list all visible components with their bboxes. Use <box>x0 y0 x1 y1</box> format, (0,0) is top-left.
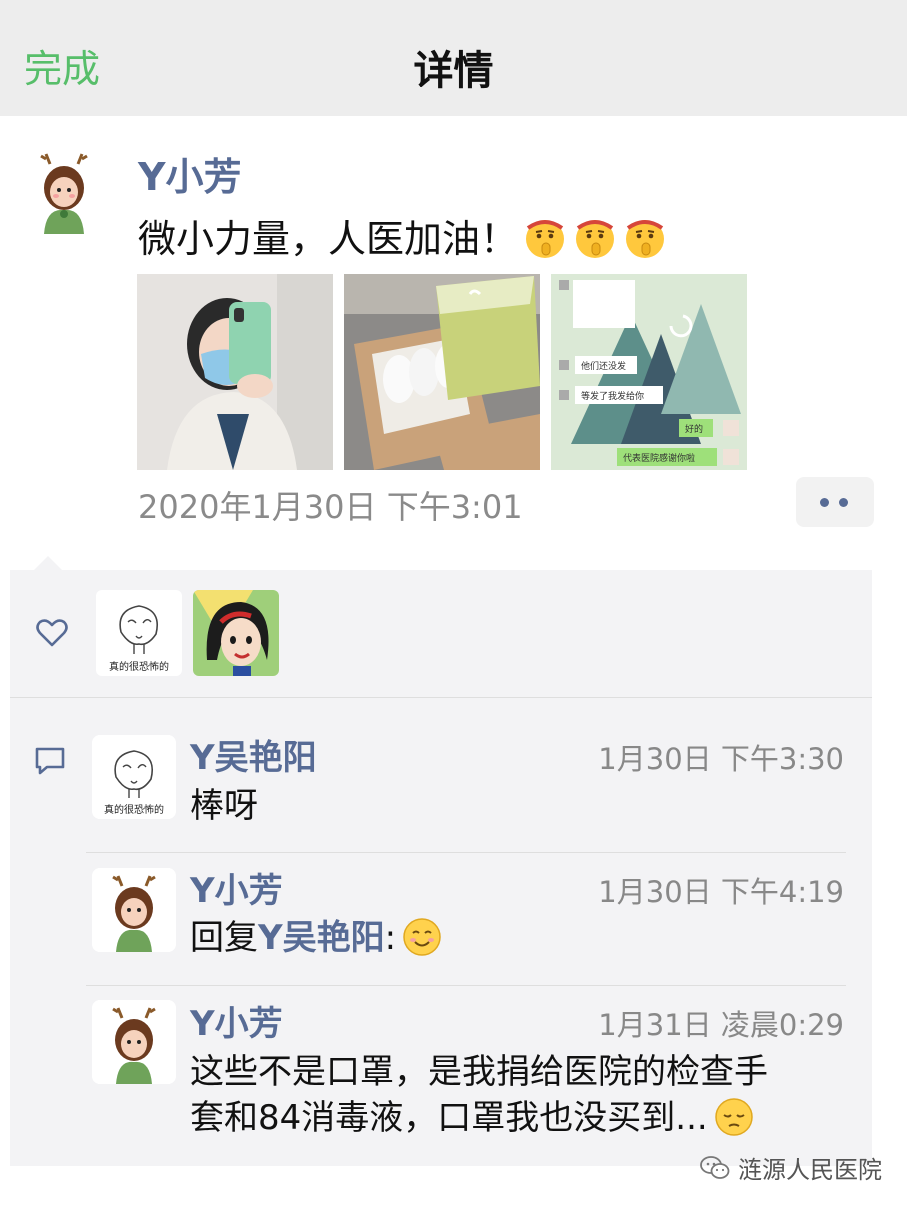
nav-bar: 完成 详情 <box>0 0 907 116</box>
post-text: 微小力量，人医加油！ <box>138 208 668 263</box>
chat-line-4: 代表医院感谢你啦 <box>623 452 695 464</box>
comment-time: 1月30日 下午3:30 <box>598 742 844 776</box>
more-dot-icon <box>839 498 848 507</box>
comment-author[interactable]: Y小芳 <box>190 863 283 912</box>
smile-emoji-icon <box>403 918 441 956</box>
comment-avatar-caption: 真的很恐怖的 <box>104 803 164 816</box>
post-author-name[interactable]: Y小芳 <box>138 146 242 201</box>
comment-icon <box>35 747 65 775</box>
comment-avatar-sketch[interactable]: 真的很恐怖的 <box>92 735 176 819</box>
shush-emoji-icon <box>526 220 565 258</box>
post-time: 2020年1月30日 下午3:01 <box>138 488 523 526</box>
page-title: 详情 <box>413 48 494 94</box>
heart-icon <box>36 619 68 647</box>
comment-time: 1月30日 下午4:19 <box>598 875 844 909</box>
likes-divider <box>10 697 872 698</box>
comment-avatar-author[interactable] <box>92 1000 176 1084</box>
reply-target[interactable]: Y吴艳阳 <box>258 918 385 958</box>
author-avatar[interactable] <box>22 150 106 234</box>
chat-line-2: 等发了我发给你 <box>581 390 644 402</box>
panel-caret <box>34 556 62 570</box>
shush-emoji-icon <box>576 220 615 258</box>
reply-colon: : <box>384 918 397 958</box>
more-actions-button[interactable] <box>796 477 874 527</box>
watermark-text: 涟源人民医院 <box>738 1156 882 1184</box>
photo-box-of-supplies[interactable] <box>344 274 540 470</box>
shush-emoji-icon <box>626 220 665 258</box>
photo-chat-screenshot[interactable]: 他们还没发 等发了我发给你 好的 代表医院感谢你啦 <box>551 274 747 470</box>
comment-time: 1月31日 凌晨0:29 <box>598 1008 844 1042</box>
watermark: 涟源人民医院 <box>700 1150 882 1185</box>
reply-prefix: 回复 <box>190 918 258 958</box>
chat-line-1: 他们还没发 <box>581 360 626 372</box>
comment-divider <box>86 852 846 853</box>
chat-line-3: 好的 <box>685 423 703 435</box>
photo-selfie-with-mask[interactable] <box>137 274 333 470</box>
comment-avatar-author[interactable] <box>92 868 176 952</box>
like-avatar-princess[interactable] <box>193 590 279 676</box>
comment-text: 回复Y吴艳阳: <box>190 914 442 962</box>
post-text-body: 微小力量，人医加油！ <box>138 217 519 261</box>
comment-text-line-2-body: 套和84消毒液，口罩我也没买到... <box>190 1098 708 1138</box>
more-dot-icon <box>820 498 829 507</box>
comment-divider <box>86 985 846 986</box>
like-avatar-caption: 真的很恐怖的 <box>109 660 169 673</box>
like-avatar-sketch[interactable]: 真的很恐怖的 <box>96 590 182 676</box>
comment-text-line-1: 这些不是口罩，是我捐给医院的检查手 <box>190 1052 768 1092</box>
comment-text-line-2: 套和84消毒液，口罩我也没买到... <box>190 1094 754 1142</box>
comment-author[interactable]: Y小芳 <box>190 996 283 1045</box>
wechat-icon <box>700 1155 730 1179</box>
pensive-emoji-icon <box>714 1098 753 1136</box>
comment-text: 棒呀 <box>190 786 258 826</box>
comment-author[interactable]: Y吴艳阳 <box>190 730 317 779</box>
